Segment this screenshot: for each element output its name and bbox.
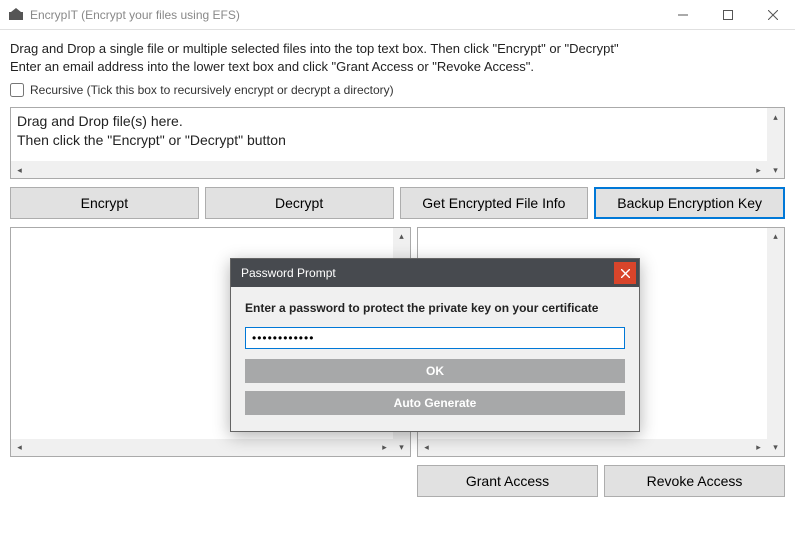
scroll-left-icon[interactable]: ◂: [11, 439, 28, 456]
auto-generate-button[interactable]: Auto Generate: [245, 391, 625, 415]
drop-line-1: Drag and Drop file(s) here.: [17, 112, 778, 131]
instructions-line-2: Enter an email address into the lower te…: [10, 58, 785, 76]
scroll-down-icon[interactable]: ▾: [393, 439, 410, 456]
minimize-button[interactable]: [660, 0, 705, 30]
dialog-body: Enter a password to protect the private …: [231, 287, 639, 431]
scroll-left-icon[interactable]: ◂: [418, 439, 435, 456]
backup-key-button[interactable]: Backup Encryption Key: [594, 187, 785, 219]
grant-access-button[interactable]: Grant Access: [417, 465, 598, 497]
maximize-button[interactable]: [705, 0, 750, 30]
revoke-access-button[interactable]: Revoke Access: [604, 465, 785, 497]
dialog-close-button[interactable]: [614, 262, 636, 284]
recursive-checkbox[interactable]: [10, 83, 24, 97]
scroll-right-icon[interactable]: ▸: [750, 161, 767, 178]
decrypt-button[interactable]: Decrypt: [205, 187, 394, 219]
right-vscrollbar[interactable]: ▴ ▾: [767, 228, 784, 456]
window-title: EncrypIT (Encrypt your files using EFS): [30, 8, 660, 22]
left-hscrollbar[interactable]: ◂ ▸: [11, 439, 393, 456]
recursive-row[interactable]: Recursive (Tick this box to recursively …: [10, 83, 785, 97]
recursive-label: Recursive (Tick this box to recursively …: [30, 83, 394, 97]
scroll-down-icon[interactable]: ▾: [767, 161, 784, 178]
bottom-button-row: Grant Access Revoke Access: [10, 465, 785, 497]
titlebar: EncrypIT (Encrypt your files using EFS): [0, 0, 795, 30]
scroll-up-icon[interactable]: ▴: [767, 108, 784, 125]
drop-vscrollbar[interactable]: ▴ ▾: [767, 108, 784, 178]
instructions-line-1: Drag and Drop a single file or multiple …: [10, 40, 785, 58]
drop-textarea[interactable]: Drag and Drop file(s) here. Then click t…: [10, 107, 785, 179]
dialog-title-text: Password Prompt: [241, 266, 614, 280]
scroll-left-icon[interactable]: ◂: [11, 161, 28, 178]
app-icon: [8, 7, 24, 23]
bottom-spacer: [10, 465, 411, 497]
drop-hscrollbar[interactable]: ◂ ▸: [11, 161, 767, 178]
close-button[interactable]: [750, 0, 795, 30]
encrypt-button[interactable]: Encrypt: [10, 187, 199, 219]
scroll-up-icon[interactable]: ▴: [767, 228, 784, 245]
get-info-button[interactable]: Get Encrypted File Info: [400, 187, 589, 219]
dialog-titlebar[interactable]: Password Prompt: [231, 259, 639, 287]
password-input[interactable]: [245, 327, 625, 349]
dialog-prompt-text: Enter a password to protect the private …: [245, 301, 625, 315]
scroll-right-icon[interactable]: ▸: [376, 439, 393, 456]
password-prompt-dialog: Password Prompt Enter a password to prot…: [230, 258, 640, 432]
scroll-up-icon[interactable]: ▴: [393, 228, 410, 245]
scroll-down-icon[interactable]: ▾: [767, 439, 784, 456]
instructions: Drag and Drop a single file or multiple …: [10, 40, 785, 75]
right-hscrollbar[interactable]: ◂ ▸: [418, 439, 767, 456]
scroll-right-icon[interactable]: ▸: [750, 439, 767, 456]
drop-line-2: Then click the "Encrypt" or "Decrypt" bu…: [17, 131, 778, 150]
action-button-row: Encrypt Decrypt Get Encrypted File Info …: [10, 187, 785, 219]
ok-button[interactable]: OK: [245, 359, 625, 383]
